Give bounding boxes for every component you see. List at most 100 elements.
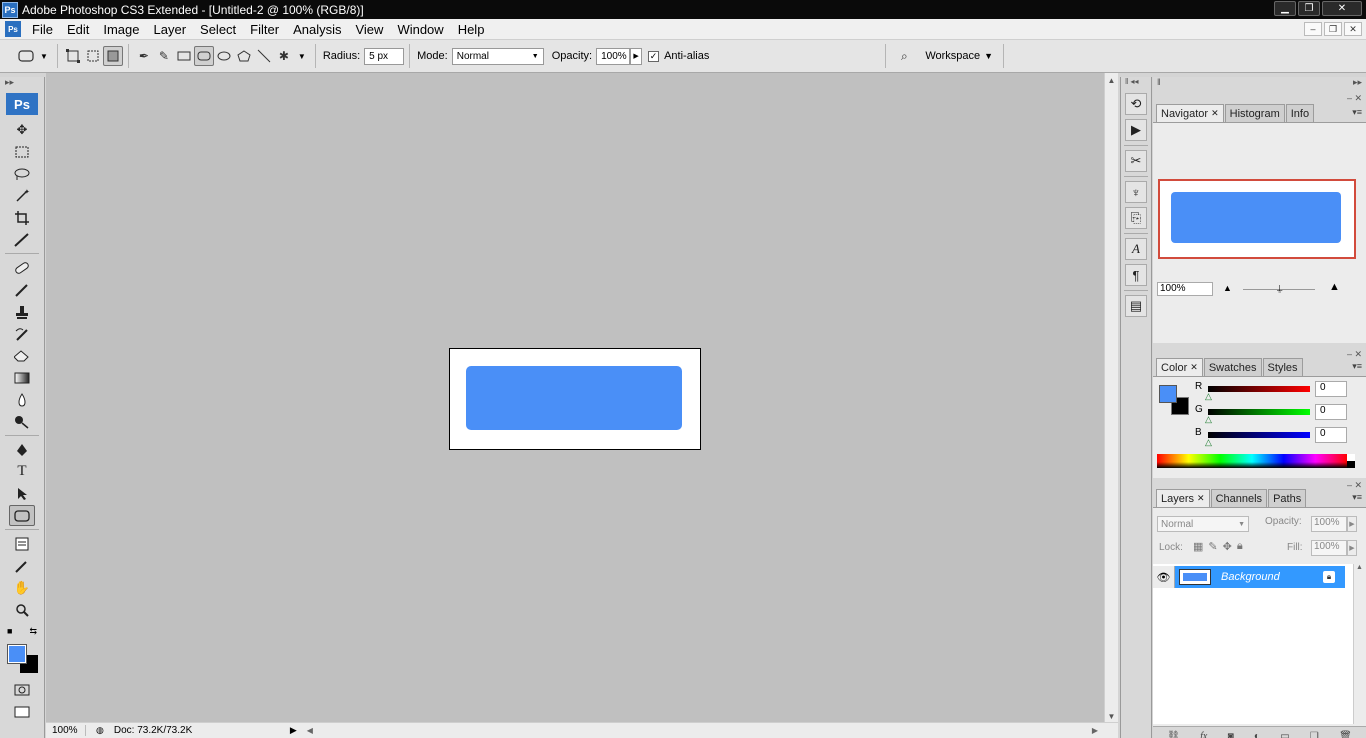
tab-color[interactable]: Color ✕ bbox=[1156, 358, 1203, 376]
healing-tool[interactable] bbox=[9, 257, 35, 278]
shape-layers-button[interactable] bbox=[63, 46, 83, 66]
zoom-out-icon[interactable]: ▲ bbox=[1223, 283, 1232, 293]
doc-minimize-button[interactable]: – bbox=[1304, 22, 1322, 36]
hand-tool[interactable]: ✋ bbox=[9, 577, 35, 598]
layer-comps-dock-button[interactable]: ▤ bbox=[1125, 295, 1147, 317]
adjustment-icon[interactable]: ◐ bbox=[1254, 731, 1260, 738]
slider-pointer-icon[interactable]: △ bbox=[1205, 414, 1212, 425]
workspace-menu[interactable]: Workspace ▼ bbox=[925, 50, 993, 62]
eyedropper-tool[interactable] bbox=[9, 555, 35, 576]
ellipse-tool-button[interactable] bbox=[214, 46, 234, 66]
paths-button[interactable] bbox=[83, 46, 103, 66]
crop-tool[interactable] bbox=[9, 207, 35, 228]
panels-grip[interactable]: ‖ bbox=[1157, 77, 1161, 91]
green-slider[interactable] bbox=[1208, 409, 1310, 415]
fill-slider-button[interactable]: ▶ bbox=[1347, 540, 1357, 556]
path-select-tool[interactable] bbox=[9, 483, 35, 504]
panel-menu-icon[interactable]: ▾≡ bbox=[1352, 492, 1362, 503]
quick-mask-button[interactable] bbox=[9, 679, 35, 700]
opacity-input[interactable]: 100% bbox=[596, 47, 631, 65]
layers-scrollbar[interactable]: ▲ bbox=[1353, 564, 1365, 724]
status-zoom[interactable]: 100% bbox=[46, 725, 86, 736]
dock-grip[interactable]: ‖ ◂◂ bbox=[1121, 77, 1151, 89]
lock-transparency-icon[interactable]: ▦ bbox=[1193, 540, 1203, 553]
fill-input[interactable]: 100% bbox=[1311, 540, 1347, 556]
lock-image-icon[interactable]: ✎ bbox=[1208, 540, 1217, 553]
maximize-button[interactable]: ❐ bbox=[1298, 1, 1320, 16]
menu-window[interactable]: Window bbox=[390, 22, 450, 37]
red-value-input[interactable]: 0 bbox=[1315, 381, 1347, 397]
magic-wand-tool[interactable]: ✦ bbox=[9, 185, 35, 206]
toolbox-grip[interactable]: ▸▸ bbox=[0, 77, 44, 89]
visibility-eye-icon[interactable]: 👁︎ bbox=[1153, 566, 1175, 588]
blue-slider[interactable] bbox=[1208, 432, 1310, 438]
lock-position-icon[interactable]: ✥ bbox=[1223, 540, 1232, 553]
document-canvas[interactable] bbox=[449, 348, 701, 450]
collapse-icon[interactable]: ▸▸ bbox=[1353, 77, 1362, 91]
tab-channels[interactable]: Channels bbox=[1210, 489, 1268, 507]
color-fg-swatch[interactable] bbox=[1159, 385, 1177, 403]
lock-all-icon[interactable]: 🔒︎ bbox=[1237, 540, 1243, 553]
freeform-pen-button[interactable]: ✎ bbox=[154, 46, 174, 66]
fx-icon[interactable]: fx bbox=[1200, 731, 1207, 738]
tab-navigator[interactable]: Navigator ✕ bbox=[1156, 104, 1224, 122]
screen-mode-button[interactable] bbox=[9, 701, 35, 722]
stamp-tool[interactable] bbox=[9, 301, 35, 322]
line-tool-button[interactable] bbox=[254, 46, 274, 66]
tab-info[interactable]: Info bbox=[1285, 104, 1315, 122]
group-icon[interactable]: ▭ bbox=[1280, 731, 1289, 738]
brush-tool[interactable] bbox=[9, 279, 35, 300]
panel-menu-icon[interactable]: ▾≡ bbox=[1352, 107, 1362, 118]
tab-layers[interactable]: Layers ✕ bbox=[1156, 489, 1210, 507]
color-spectrum-ramp[interactable] bbox=[1157, 454, 1347, 468]
menu-file[interactable]: File bbox=[25, 22, 60, 37]
menu-filter[interactable]: Filter bbox=[243, 22, 286, 37]
doc-close-button[interactable]: ✕ bbox=[1344, 22, 1362, 36]
layer-name[interactable]: Background bbox=[1221, 571, 1323, 583]
minimize-button[interactable]: ▁ bbox=[1274, 1, 1296, 16]
tab-histogram[interactable]: Histogram bbox=[1224, 104, 1285, 122]
trash-icon[interactable]: 🗑︎ bbox=[1339, 731, 1352, 738]
black-white-ramp[interactable] bbox=[1347, 454, 1355, 468]
mask-icon[interactable]: ◙ bbox=[1228, 731, 1234, 738]
antialias-checkbox[interactable]: ✓ bbox=[648, 50, 660, 62]
close-icon[interactable]: ✕ bbox=[1211, 108, 1219, 119]
navigator-zoom-input[interactable]: 100% bbox=[1157, 282, 1213, 296]
rounded-rectangle-shape[interactable] bbox=[466, 366, 682, 430]
scroll-up-icon[interactable]: ▲ bbox=[1105, 76, 1118, 85]
chevron-down-icon[interactable]: ▼ bbox=[298, 52, 306, 61]
panel-menu-icon[interactable]: ▾≡ bbox=[1352, 361, 1362, 372]
opacity-slider-button[interactable]: ▶ bbox=[630, 47, 643, 65]
history-brush-tool[interactable] bbox=[9, 323, 35, 344]
gradient-tool[interactable] bbox=[9, 367, 35, 388]
rectangle-tool-button[interactable] bbox=[174, 46, 194, 66]
menu-view[interactable]: View bbox=[348, 22, 390, 37]
zoom-in-icon[interactable]: ▲ bbox=[1329, 281, 1340, 293]
red-slider[interactable] bbox=[1208, 386, 1310, 392]
fill-pixels-button[interactable] bbox=[102, 46, 123, 66]
slice-tool[interactable] bbox=[9, 229, 35, 250]
rounded-rectangle-tool-button[interactable] bbox=[193, 46, 214, 66]
pen-tool[interactable] bbox=[9, 439, 35, 460]
blur-tool[interactable] bbox=[9, 389, 35, 410]
zoom-tool[interactable] bbox=[9, 599, 35, 620]
menu-select[interactable]: Select bbox=[193, 22, 243, 37]
chevron-down-icon[interactable]: ▼ bbox=[40, 52, 48, 61]
character-dock-button[interactable]: A bbox=[1125, 238, 1147, 260]
slider-pointer-icon[interactable]: △ bbox=[1205, 391, 1212, 402]
status-menu-arrow-icon[interactable]: ▶ bbox=[290, 725, 297, 736]
mode-select[interactable]: Normal ▼ bbox=[451, 47, 544, 65]
navigator-preview[interactable] bbox=[1158, 179, 1356, 259]
scroll-up-icon[interactable]: ▲ bbox=[1356, 564, 1363, 571]
dodge-tool[interactable] bbox=[9, 411, 35, 432]
menu-edit[interactable]: Edit bbox=[60, 22, 96, 37]
green-value-input[interactable]: 0 bbox=[1315, 404, 1347, 420]
notes-tool[interactable] bbox=[9, 533, 35, 554]
paragraph-dock-button[interactable]: ¶ bbox=[1125, 264, 1147, 286]
foreground-color-swatch[interactable] bbox=[7, 644, 27, 664]
tab-paths[interactable]: Paths bbox=[1268, 489, 1307, 507]
move-tool[interactable]: ✥ bbox=[9, 119, 35, 140]
doc-restore-button[interactable]: ❐ bbox=[1324, 22, 1342, 36]
blend-mode-select[interactable]: Normal ▼ bbox=[1157, 516, 1249, 532]
app-menu-icon[interactable]: Ps bbox=[5, 21, 21, 37]
